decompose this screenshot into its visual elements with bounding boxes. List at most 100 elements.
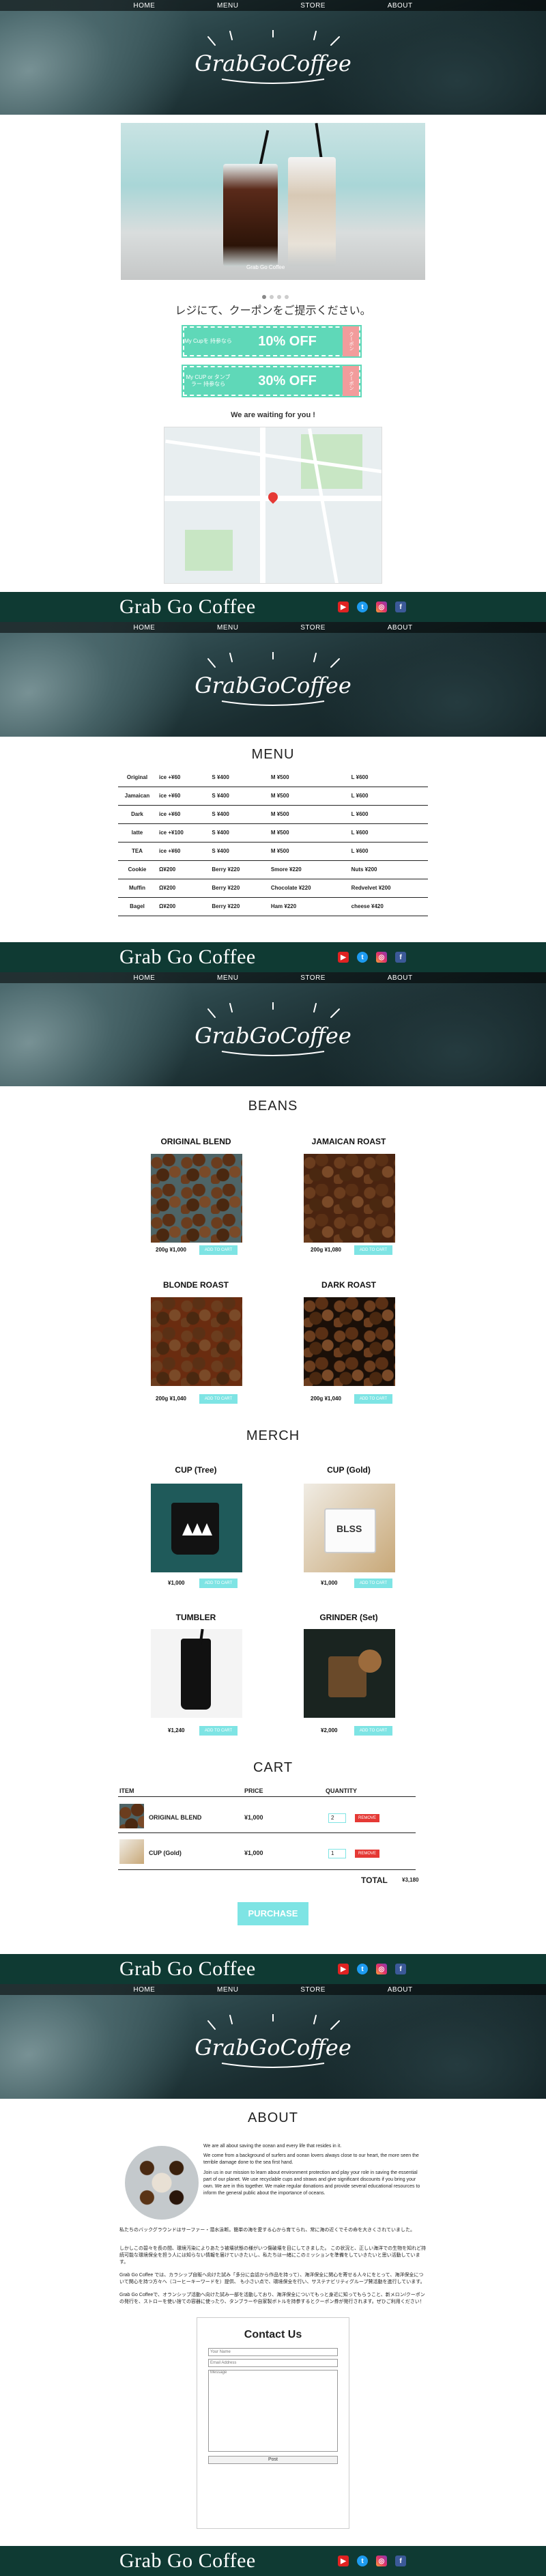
nav-store[interactable]: STORE [300, 2, 326, 10]
hero-header: HOME MENU STORE ABOUT GrabGoCoffee [0, 622, 546, 737]
purchase-button[interactable]: PURCHASE [238, 1902, 308, 1925]
nav-about[interactable]: ABOUT [388, 1986, 413, 1994]
add-to-cart-button[interactable]: ADD TO CART [199, 1579, 238, 1588]
menu-item-name: Cookie [118, 860, 156, 879]
post-button[interactable]: Post [208, 2456, 338, 2464]
nav-menu[interactable]: MENU [217, 974, 238, 982]
nav-store[interactable]: STORE [300, 974, 326, 982]
waiting-text: We are waiting for you ! [231, 411, 315, 419]
add-to-cart-button[interactable]: ADD TO CART [354, 1245, 392, 1255]
facebook-icon[interactable]: f [395, 952, 406, 963]
top-nav: HOME MENU STORE ABOUT [0, 622, 546, 633]
nav-menu[interactable]: MENU [217, 2, 238, 10]
merch-title: MERCH [246, 1428, 300, 1443]
product-price: 200g ¥1,040 [311, 1396, 341, 1402]
menu-item-option: Smore ¥220 [268, 860, 349, 879]
product-name: DARK ROAST [321, 1280, 376, 1290]
coupon-tab: クーポン [343, 326, 359, 356]
instagram-icon[interactable]: ◎ [376, 1964, 387, 1975]
quantity-input[interactable]: 1 [328, 1849, 346, 1858]
add-to-cart-button[interactable]: ADD TO CART [199, 1245, 238, 1255]
instagram-icon[interactable]: ◎ [376, 2556, 387, 2566]
logo: GrabGoCoffee [195, 29, 351, 93]
facebook-icon[interactable]: f [395, 601, 406, 612]
nav-store[interactable]: STORE [300, 624, 326, 632]
footer-brand: Grab Go Coffee [119, 595, 256, 618]
twitter-icon[interactable]: t [357, 2556, 368, 2566]
nav-home[interactable]: HOME [133, 1986, 155, 1994]
twitter-icon[interactable]: t [357, 1964, 368, 1975]
store-map[interactable] [164, 427, 382, 584]
menu-item-option: L ¥600 [348, 823, 428, 843]
instagram-icon[interactable]: ◎ [376, 952, 387, 963]
footer-brand: Grab Go Coffee [119, 2549, 256, 2572]
menu-item-option: Ham ¥220 [268, 897, 349, 916]
menu-item-option: Ω¥200 [156, 860, 210, 879]
page: HOME MENU STORE ABOUT GrabGoCoffee Grab … [0, 0, 546, 2576]
product-price: ¥1,240 [168, 1727, 185, 1733]
product-name: JAMAICAN ROAST [311, 1137, 386, 1146]
footer-brand-bar: Grab Go Coffee ▶ t ◎ f [0, 1954, 546, 1984]
cart-divider [118, 1869, 416, 1870]
location-pin-icon[interactable] [266, 490, 280, 504]
add-to-cart-button[interactable]: ADD TO CART [354, 1579, 392, 1588]
add-to-cart-button[interactable]: ADD TO CART [354, 1394, 392, 1404]
social-links: ▶ t ◎ f [338, 601, 406, 612]
add-to-cart-button[interactable]: ADD TO CART [354, 1726, 392, 1736]
facebook-icon[interactable]: f [395, 2556, 406, 2566]
message-field[interactable]: Message [208, 2370, 338, 2452]
menu-item-option: L ¥600 [348, 768, 428, 787]
menu-row: Bagel Ω¥200 Berry ¥220 Ham ¥220 cheese ¥420 [118, 897, 428, 916]
menu-row: Muffin Ω¥200 Berry ¥220 Chocolate ¥220 Redve… [118, 879, 428, 898]
about-title: ABOUT [248, 2110, 298, 2125]
quantity-input[interactable]: 2 [328, 1813, 346, 1823]
add-to-cart-button[interactable]: ADD TO CART [199, 1726, 238, 1736]
nav-menu[interactable]: MENU [217, 624, 238, 632]
youtube-icon[interactable]: ▶ [338, 952, 349, 963]
nav-home[interactable]: HOME [133, 624, 155, 632]
product-image-cup-gold: BLSS [304, 1484, 395, 1572]
logo: GrabGoCoffee [195, 651, 351, 715]
social-links: ▶ t ◎ f [338, 2556, 406, 2566]
top-nav: HOME MENU STORE ABOUT [0, 0, 546, 11]
coupon-10-off[interactable]: My Cupを 持参なら 10% OFF クーポン [182, 325, 362, 358]
remove-button[interactable]: REMOVE [355, 1850, 379, 1858]
menu-item-option: ice +¥60 [156, 787, 210, 806]
nav-store[interactable]: STORE [300, 1986, 326, 1994]
nav-home[interactable]: HOME [133, 2, 155, 10]
coupon-30-off[interactable]: My CUP or タンブラー 持参なら 30% OFF クーポン [182, 365, 362, 397]
carousel-dots[interactable] [262, 295, 289, 299]
top-nav: HOME MENU STORE ABOUT [0, 972, 546, 983]
about-image-coffee-cups [125, 2146, 199, 2220]
twitter-icon[interactable]: t [357, 601, 368, 612]
nav-menu[interactable]: MENU [217, 1986, 238, 1994]
youtube-icon[interactable]: ▶ [338, 1964, 349, 1975]
menu-item-name: Jamaican [118, 787, 156, 806]
email-field[interactable]: Email Address [208, 2359, 338, 2367]
name-field[interactable]: Your Name [208, 2348, 338, 2356]
remove-button[interactable]: REMOVE [355, 1814, 379, 1822]
youtube-icon[interactable]: ▶ [338, 2556, 349, 2566]
youtube-icon[interactable]: ▶ [338, 601, 349, 612]
menu-item-name: Original [118, 768, 156, 787]
hero-photo-coffee: Grab Go Coffee [121, 123, 425, 280]
menu-item-option: Ω¥200 [156, 897, 210, 916]
menu-row: Jamaican ice +¥60 S ¥400 M ¥500 L ¥600 [118, 787, 428, 806]
nav-about[interactable]: ABOUT [388, 974, 413, 982]
nav-about[interactable]: ABOUT [388, 2, 413, 10]
add-to-cart-button[interactable]: ADD TO CART [199, 1394, 238, 1404]
menu-row: Cookie Ω¥200 Berry ¥220 Smore ¥220 Nuts ¥200 [118, 860, 428, 879]
instagram-icon[interactable]: ◎ [376, 601, 387, 612]
nav-about[interactable]: ABOUT [388, 624, 413, 632]
facebook-icon[interactable]: f [395, 1964, 406, 1975]
menu-item-option: Berry ¥220 [209, 860, 268, 879]
about-paragraph: We come from a background of surfers and… [203, 2153, 419, 2166]
menu-item-option: Chocolate ¥220 [268, 879, 349, 898]
footer-brand-bar: Grab Go Coffee ▶ t ◎ f [0, 942, 546, 972]
twitter-icon[interactable]: t [357, 952, 368, 963]
product-image-dark-roast [304, 1297, 395, 1386]
nav-home[interactable]: HOME [133, 974, 155, 982]
menu-item-option: Berry ¥220 [209, 879, 268, 898]
logo: GrabGoCoffee [195, 2013, 351, 2077]
product-image-original-blend [151, 1154, 242, 1243]
